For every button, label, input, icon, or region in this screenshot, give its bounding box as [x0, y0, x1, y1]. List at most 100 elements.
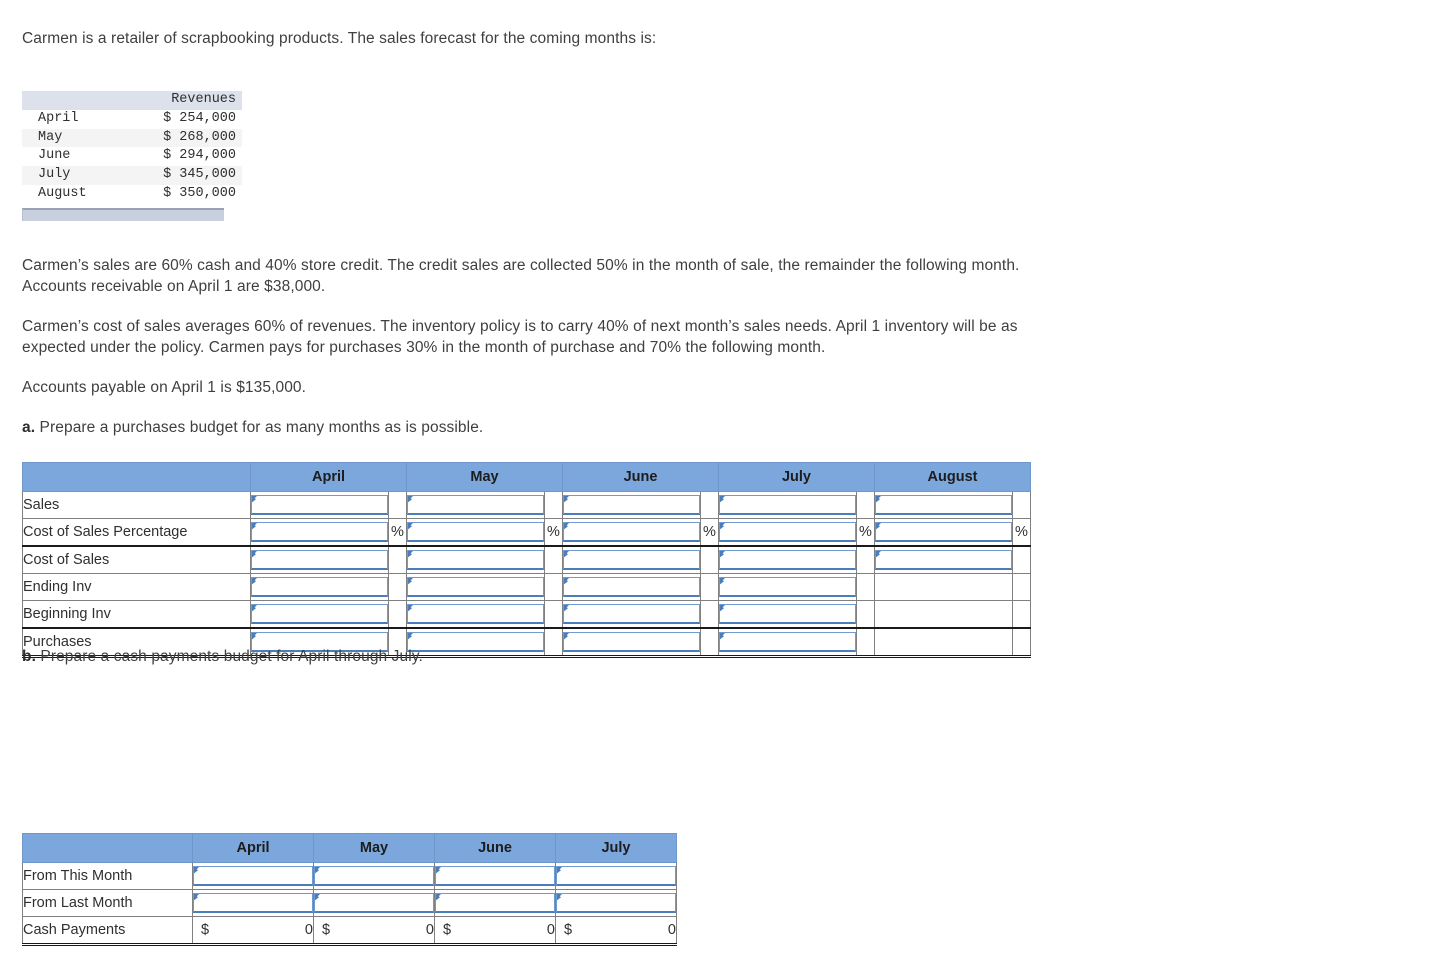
cash-input-this-month-may[interactable] — [313, 862, 435, 890]
value-input[interactable] — [251, 522, 388, 542]
value-input[interactable] — [719, 495, 856, 515]
value-input[interactable] — [407, 577, 544, 597]
revenues-amount-may: $ 268,000 — [122, 128, 242, 148]
value-input[interactable] — [193, 866, 313, 886]
currency-symbol: $ — [564, 922, 573, 938]
value-input[interactable] — [563, 550, 700, 570]
purchases-input-sales-june[interactable] — [562, 491, 701, 519]
value-input[interactable] — [435, 866, 555, 886]
narrative-block-1: Carmen’s sales are 60% cash and 40% stor… — [22, 255, 1082, 358]
purchases-pct-ending-july — [856, 573, 875, 601]
cash-input-last-month-april[interactable] — [192, 889, 314, 917]
purchases-input-cos-april[interactable] — [250, 545, 389, 574]
value-input[interactable] — [407, 495, 544, 515]
value-input[interactable] — [875, 550, 1012, 570]
purchases-pct-ending-april — [388, 573, 407, 601]
purchases-input-ending-april[interactable] — [250, 573, 389, 601]
value-input[interactable] — [563, 577, 700, 597]
value-input[interactable] — [193, 893, 313, 913]
purchases-budget-table: April May June July August Sales Cost of… — [22, 462, 1031, 658]
cash-total-value-april: 0 — [304, 922, 313, 938]
purchases-input-cos-june[interactable] — [562, 545, 701, 574]
purchases-pct-cos-june — [700, 545, 719, 574]
revenues-month-august: August — [38, 185, 87, 201]
cash-input-last-month-june[interactable] — [434, 889, 556, 917]
table-row: Sales — [22, 491, 1031, 519]
purchases-input-beginning-june[interactable] — [562, 600, 701, 629]
question-b-text: Prepare a cash payments budget for April… — [35, 648, 423, 665]
value-input[interactable] — [563, 495, 700, 515]
value-input[interactable] — [314, 893, 434, 913]
purchases-input-cosp-july[interactable] — [718, 518, 857, 547]
purchases-input-ending-june[interactable] — [562, 573, 701, 601]
purchases-input-beginning-april[interactable] — [250, 600, 389, 629]
value-input[interactable] — [407, 550, 544, 570]
table-row: Cost of Sales Percentage % % % % % — [22, 518, 1031, 547]
cash-row-label-from-last-month: From Last Month — [22, 889, 193, 917]
purchases-input-cosp-june[interactable] — [562, 518, 701, 547]
purchases-pct-cos-august — [1012, 545, 1031, 574]
value-input[interactable] — [563, 522, 700, 542]
table-row: April $ 254,000 — [22, 110, 242, 129]
value-input[interactable] — [719, 577, 856, 597]
value-input[interactable] — [719, 604, 856, 624]
value-input[interactable] — [251, 550, 388, 570]
purchases-input-sales-august[interactable] — [874, 491, 1013, 519]
purchases-input-ending-may[interactable] — [406, 573, 545, 601]
cash-header-july: July — [555, 833, 677, 863]
cash-input-this-month-june[interactable] — [434, 862, 556, 890]
purchases-input-cosp-august[interactable] — [874, 518, 1013, 547]
revenues-amount-april: $ 254,000 — [163, 110, 236, 126]
purchases-pct-cos-may — [544, 545, 563, 574]
purchases-pct-beginning-august — [1012, 600, 1031, 629]
question-a: a. Prepare a purchases budget for as man… — [22, 417, 1082, 438]
value-input[interactable] — [563, 604, 700, 624]
value-input[interactable] — [407, 604, 544, 624]
purchases-input-cosp-april[interactable] — [250, 518, 389, 547]
value-input[interactable] — [556, 893, 676, 913]
cash-input-last-month-july[interactable] — [555, 889, 677, 917]
purchases-header-august: August — [874, 462, 1031, 492]
value-input[interactable] — [556, 866, 676, 886]
cash-input-last-month-may[interactable] — [313, 889, 435, 917]
purchases-input-sales-july[interactable] — [718, 491, 857, 519]
purchases-input-cosp-may[interactable] — [406, 518, 545, 547]
cash-input-this-month-july[interactable] — [555, 862, 677, 890]
purchases-header-label — [22, 462, 251, 492]
purchases-input-sales-may[interactable] — [406, 491, 545, 519]
value-input[interactable] — [251, 604, 388, 624]
table-row: From Last Month — [22, 889, 677, 917]
revenues-header-blank — [22, 91, 122, 110]
table-row: From This Month — [22, 862, 677, 890]
purchases-pct-sales-may — [544, 491, 563, 519]
paragraph-accounts-payable: Accounts payable on April 1 is $135,000. — [22, 379, 307, 396]
purchases-input-beginning-july[interactable] — [718, 600, 857, 629]
value-input[interactable] — [875, 522, 1012, 542]
cash-row-label-cash-payments: Cash Payments — [22, 916, 193, 946]
cash-payments-budget-wrapper: April May June July From This Month From… — [22, 833, 677, 946]
purchases-input-cos-may[interactable] — [406, 545, 545, 574]
value-input[interactable] — [719, 550, 856, 570]
purchases-row-label-ending-inv: Ending Inv — [22, 573, 251, 601]
purchases-pct-beginning-april — [388, 600, 407, 629]
purchases-input-beginning-may[interactable] — [406, 600, 545, 629]
purchases-input-cos-august[interactable] — [874, 545, 1013, 574]
value-input[interactable] — [251, 495, 388, 515]
table-row: Cost of Sales — [22, 545, 1031, 574]
value-input[interactable] — [251, 577, 388, 597]
purchases-empty-beginning-august — [874, 600, 1013, 629]
cash-header-june: June — [434, 833, 556, 863]
value-input[interactable] — [435, 893, 555, 913]
cash-header-may: May — [313, 833, 435, 863]
value-input[interactable] — [314, 866, 434, 886]
purchases-input-sales-april[interactable] — [250, 491, 389, 519]
revenues-month-july: July — [22, 166, 122, 185]
value-input[interactable] — [407, 522, 544, 542]
cash-input-this-month-april[interactable] — [192, 862, 314, 890]
table-row: Ending Inv — [22, 573, 1031, 601]
value-input[interactable] — [875, 495, 1012, 515]
percent-symbol-july: % — [856, 518, 875, 547]
purchases-input-cos-july[interactable] — [718, 545, 857, 574]
purchases-input-ending-july[interactable] — [718, 573, 857, 601]
value-input[interactable] — [719, 522, 856, 542]
